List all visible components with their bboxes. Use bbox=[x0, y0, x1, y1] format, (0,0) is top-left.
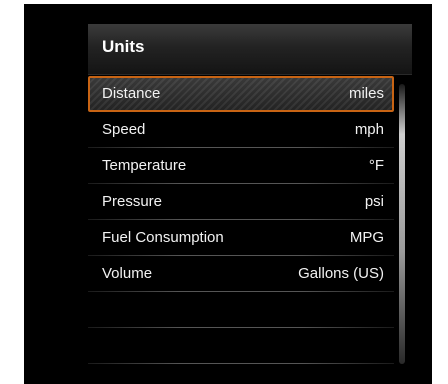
list-item-temperature[interactable]: Temperature °F bbox=[88, 148, 394, 184]
list-item-value: psi bbox=[364, 193, 384, 210]
menu-title: Units bbox=[102, 37, 145, 56]
list-item-empty bbox=[88, 328, 394, 364]
list-item-label: Pressure bbox=[102, 193, 163, 210]
list-item-value: miles bbox=[348, 85, 384, 102]
display-screen: Units Distance miles Speed mph Temperatu… bbox=[24, 4, 432, 384]
list-item-label: Volume bbox=[102, 265, 153, 282]
list-item-speed[interactable]: Speed mph bbox=[88, 112, 394, 148]
list-item-value: Gallons (US) bbox=[298, 265, 384, 282]
menu-header: Units bbox=[88, 24, 412, 75]
units-menu-panel: Units Distance miles Speed mph Temperatu… bbox=[88, 24, 412, 364]
list-item-volume[interactable]: Volume Gallons (US) bbox=[88, 256, 394, 292]
list-item-label: Fuel Consumption bbox=[102, 229, 224, 246]
list-item-empty bbox=[88, 292, 394, 328]
list-item-distance[interactable]: Distance miles bbox=[88, 76, 394, 112]
list-item-label: Distance bbox=[102, 85, 161, 102]
list-item-value: MPG bbox=[349, 229, 384, 246]
list-item-pressure[interactable]: Pressure psi bbox=[88, 184, 394, 220]
list-item-value: mph bbox=[354, 121, 384, 138]
list-item-fuel-consumption[interactable]: Fuel Consumption MPG bbox=[88, 220, 394, 256]
list-item-label: Speed bbox=[102, 121, 146, 138]
list-item-label: Temperature bbox=[102, 157, 187, 174]
list-item-value: °F bbox=[368, 157, 384, 174]
scrollbar[interactable] bbox=[399, 84, 405, 364]
units-list: Distance miles Speed mph Temperature °F … bbox=[88, 76, 394, 364]
